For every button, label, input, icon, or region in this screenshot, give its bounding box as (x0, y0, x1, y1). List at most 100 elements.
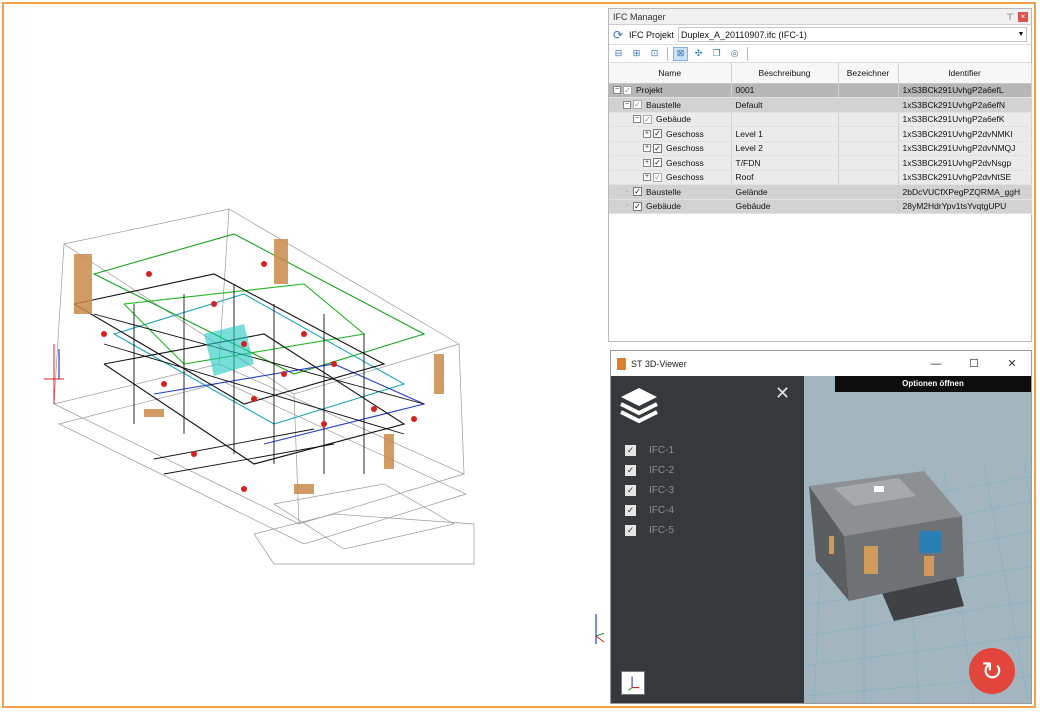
row-name: Geschoss (666, 172, 704, 183)
app-icon (617, 357, 626, 370)
toolbar-separator (667, 46, 668, 61)
3d-viewer-window: ST 3D-Viewer — ☐ ✕ ✕ ✓ IFC-1 ✓ IFC-2 ✓ IFC-… (610, 350, 1032, 704)
checkbox[interactable]: ✓ (633, 187, 642, 197)
checkbox[interactable]: ✓ (653, 143, 662, 153)
checkbox[interactable]: ✓ (623, 85, 632, 95)
checkbox[interactable]: ✓ (625, 504, 636, 516)
row-name: Gebäude (646, 201, 681, 212)
tree-connector: · (625, 187, 629, 195)
expand-toggle[interactable]: + (643, 129, 651, 138)
layer-label: IFC-1 (649, 444, 674, 456)
row-beschreibung: Default (731, 97, 839, 113)
layer-item[interactable]: ✓ IFC-4 (625, 500, 674, 520)
table-row[interactable]: · ✓ Baustelle Gelände 2bDcVUCfXPegPZQRMA_g… (609, 184, 1032, 200)
table-row[interactable]: · ✓ Gebäude Gebäude 28yM2HdrYpv1tsYvqtgUPU (609, 199, 1032, 214)
ifc-manager-title: IFC Manager (613, 11, 666, 22)
checkbox[interactable]: ✓ (643, 114, 652, 124)
structure-view-icon[interactable]: ⊠ (673, 46, 688, 61)
viewer-title: ST 3D-Viewer (631, 358, 687, 369)
column-header-bezeichner[interactable]: Bezeichner (838, 63, 899, 84)
table-row[interactable]: + ✓ Geschoss T/FDN 1xS3BCk291UvhgP2dvNsgp (609, 155, 1032, 171)
row-name: Projekt (636, 85, 663, 96)
collapse-toggle[interactable]: − (623, 100, 631, 109)
reload-icon[interactable]: ↻ (969, 648, 1015, 694)
checkbox[interactable]: ✓ (625, 524, 636, 536)
panel-close-icon[interactable]: ✕ (775, 384, 790, 402)
pin-icon[interactable]: ⊤ (1005, 12, 1015, 22)
minimize-button[interactable]: — (917, 358, 955, 370)
layer-item[interactable]: ✓ IFC-1 (625, 440, 674, 460)
checkbox[interactable]: ✓ (625, 484, 636, 496)
checkbox[interactable]: ✓ (653, 158, 662, 168)
axes-toggle-button[interactable] (621, 671, 645, 695)
table-row[interactable]: + ✓ Geschoss Roof 1xS3BCk291UvhgP2dvNtSE (609, 170, 1032, 185)
copy-icon[interactable]: ❐ (709, 47, 724, 61)
axes-icon (628, 676, 640, 691)
layer-item[interactable]: ✓ IFC-5 (625, 520, 674, 540)
layer-label: IFC-3 (649, 484, 674, 496)
cad-wireframe (44, 208, 609, 644)
layer-panel: ✕ ✓ IFC-1 ✓ IFC-2 ✓ IFC-3 ✓ IFC-4 ✓ IFC-5 (611, 376, 804, 703)
ifc-tree-table: Name Beschreibung Bezeichner Identifier … (609, 63, 1032, 214)
expand-toggle[interactable]: + (643, 158, 651, 167)
checkbox[interactable]: ✓ (625, 464, 636, 476)
maximize-button[interactable]: ☐ (955, 357, 993, 370)
row-beschreibung: Level 1 (731, 126, 839, 142)
checkbox[interactable]: ✓ (633, 100, 642, 110)
row-name: Geschoss (666, 143, 704, 154)
row-bezeichner (838, 199, 899, 214)
toolbar-separator (747, 46, 748, 61)
tree-filter-icon[interactable]: ⊡ (647, 47, 662, 61)
tree-collapse-icon[interactable]: ⊞ (629, 47, 644, 61)
row-identifier: 2bDcVUCfXPegPZQRMA_ggH (898, 184, 1032, 200)
row-identifier: 1xS3BCk291UvhgP2a6efN (898, 97, 1032, 113)
cad-drawing-canvas[interactable] (4, 4, 609, 704)
collapse-toggle[interactable]: − (613, 86, 621, 95)
ifc-manager-panel: IFC Manager ⊤ × ⟳ IFC Projekt Duplex_A_2… (608, 8, 1032, 342)
row-bezeichner (838, 155, 899, 171)
expand-toggle[interactable]: + (643, 173, 651, 182)
layer-item[interactable]: ✓ IFC-2 (625, 460, 674, 480)
column-header-beschreibung[interactable]: Beschreibung (731, 63, 839, 84)
row-beschreibung: T/FDN (731, 155, 839, 171)
row-identifier: 1xS3BCk291UvhgP2dvNMQJ (898, 141, 1032, 156)
table-header-row: Name Beschreibung Bezeichner Identifier (609, 63, 1032, 84)
tree-expand-icon[interactable]: ⊟ (611, 47, 626, 61)
column-header-name[interactable]: Name (609, 63, 732, 84)
3d-scene[interactable]: Optionen öffnen ↻ (804, 376, 1031, 703)
row-name: Baustelle (646, 99, 681, 110)
project-selector-row: ⟳ IFC Projekt Duplex_A_20110907.ifc (IFC… (609, 25, 1031, 45)
window-close-button[interactable]: ✕ (993, 357, 1031, 370)
layer-item[interactable]: ✓ IFC-3 (625, 480, 674, 500)
objects-icon[interactable]: ◎ (727, 47, 742, 61)
collapse-toggle[interactable]: − (633, 115, 641, 124)
row-identifier: 1xS3BCk291UvhgP2dvNMKI (898, 126, 1032, 142)
row-identifier: 1xS3BCk291UvhgP2dvNsgp (898, 155, 1032, 171)
project-dropdown[interactable]: Duplex_A_20110907.ifc (IFC-1) ▼ (678, 27, 1027, 42)
table-row[interactable]: − ✓ Baustelle Default 1xS3BCk291UvhgP2a6ef… (609, 97, 1032, 113)
checkbox[interactable]: ✓ (633, 201, 642, 211)
layer-label: IFC-5 (649, 524, 674, 536)
row-bezeichner (838, 141, 899, 156)
refresh-icon[interactable]: ⟳ (613, 29, 625, 41)
expand-toggle[interactable]: + (643, 144, 651, 153)
table-row[interactable]: − ✓ Projekt 0001 1xS3BCk291UvhgP2a6efL (609, 83, 1032, 98)
hierarchy-icon[interactable]: ✣ (691, 47, 706, 61)
row-bezeichner (838, 112, 899, 127)
checkbox[interactable]: ✓ (653, 129, 662, 139)
ifc-toolbar: ⊟ ⊞ ⊡ ⊠ ✣ ❐ ◎ (609, 45, 1031, 63)
row-identifier: 28yM2HdrYpv1tsYvqtgUPU (898, 199, 1032, 214)
checkbox[interactable]: ✓ (653, 172, 662, 182)
table-row[interactable]: + ✓ Geschoss Level 2 1xS3BCk291UvhgP2dvNMQ… (609, 141, 1032, 156)
row-name: Baustelle (646, 186, 681, 197)
table-row[interactable]: − ✓ Gebäude 1xS3BCk291UvhgP2a6efK (609, 112, 1032, 127)
checkbox[interactable]: ✓ (625, 444, 636, 456)
column-header-identifier[interactable]: Identifier (898, 63, 1032, 84)
table-row[interactable]: + ✓ Geschoss Level 1 1xS3BCk291UvhgP2dvNMK… (609, 126, 1032, 142)
project-label: IFC Projekt (629, 29, 675, 40)
row-beschreibung: Level 2 (731, 141, 839, 156)
options-open-button[interactable]: Optionen öffnen (835, 376, 1031, 392)
close-icon[interactable]: × (1018, 11, 1028, 22)
chevron-down-icon: ▼ (1017, 31, 1025, 38)
row-bezeichner (838, 83, 899, 98)
